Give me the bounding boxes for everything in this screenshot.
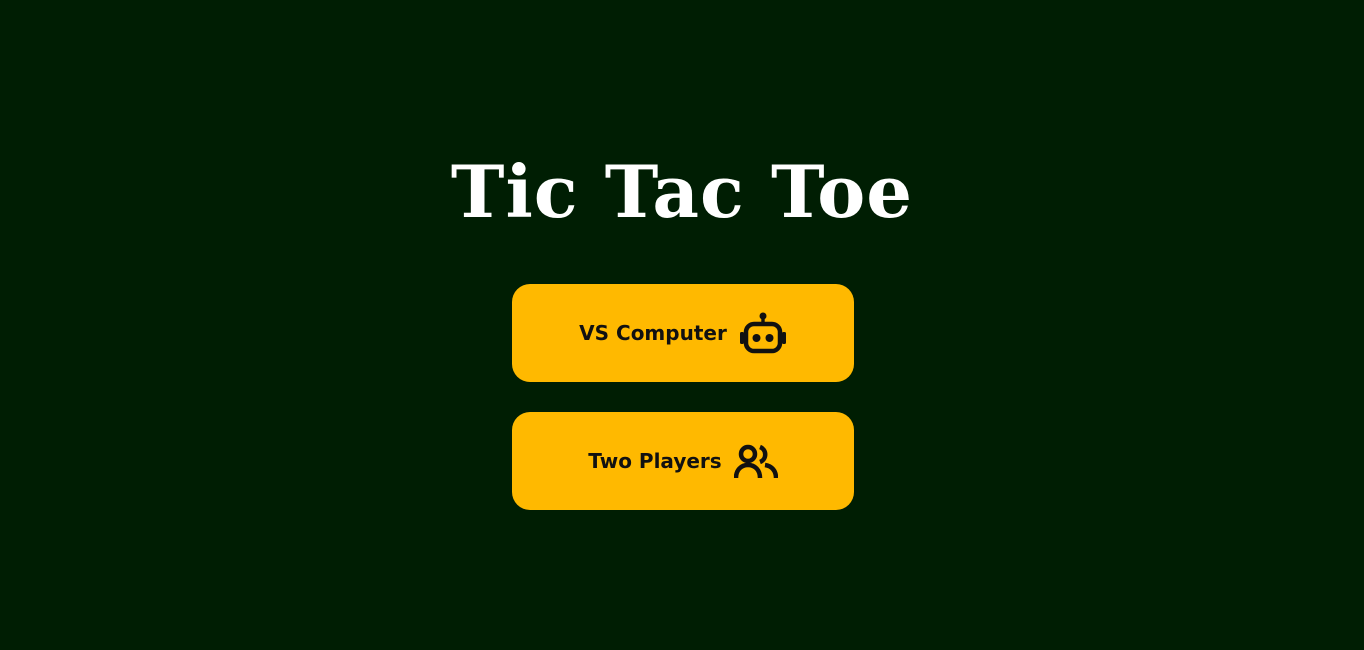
vs-computer-label: VS Computer <box>579 321 727 345</box>
two-players-button[interactable]: Two Players <box>512 412 854 510</box>
vs-computer-button[interactable]: VS Computer <box>512 284 854 382</box>
page-title: Tic Tac Toe <box>450 149 914 234</box>
users-icon <box>733 443 778 479</box>
robot-icon <box>739 311 787 355</box>
two-players-label: Two Players <box>588 449 722 473</box>
